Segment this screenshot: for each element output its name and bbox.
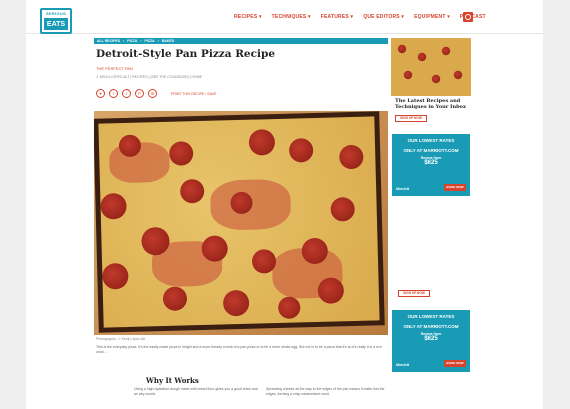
why-it-works-heading: Why It Works [146, 376, 199, 385]
page-title: Detroit-Style Pan Pizza Recipe [96, 48, 276, 60]
nav-features[interactable]: FEATURES ▾ [321, 14, 353, 20]
signup-button[interactable]: SIGN UP NOW [395, 115, 427, 122]
pepperoni [403, 70, 413, 80]
nav-editors[interactable]: QUE EDITORS ▾ [363, 14, 404, 20]
logo-bottom-text: EATS [44, 18, 68, 30]
breadcrumb-pizza-2[interactable]: PIZZA [145, 39, 155, 43]
ad-headline-1: OUR LOWEST RATES [407, 314, 455, 319]
nav-recipes[interactable]: RECIPES ▾ [234, 14, 262, 20]
pizza [94, 111, 385, 333]
pepperoni [431, 74, 441, 84]
breadcrumb-sep: › [157, 39, 159, 43]
ad-headline-2: ONLY AT MARRIOTT.COM [403, 323, 459, 329]
pepperoni [100, 192, 127, 220]
page: SERIOUS EATS RECIPES ▾ TECHNIQUES ▾ FEAT… [26, 0, 543, 409]
breadcrumb: ALL RECIPES › PIZZA › PIZZA › BAKED [94, 38, 388, 44]
signup-button-2[interactable]: SIGN UP NOW [398, 290, 430, 297]
pepperoni [222, 289, 250, 317]
pepperoni [417, 52, 427, 62]
pepperoni [397, 44, 407, 54]
pepperoni [453, 70, 463, 80]
marriott-logo: Marriott [396, 363, 410, 367]
marriott-logo: Marriott [396, 187, 410, 191]
serious-eats-logo[interactable]: SERIOUS EATS [40, 8, 72, 34]
sidebar-pizza-image[interactable] [391, 38, 471, 96]
ad-price: $625 [424, 336, 438, 342]
book-now-button[interactable]: BOOK NOW [444, 184, 466, 191]
pepperoni [102, 262, 129, 290]
marriott-ad[interactable]: OUR LOWEST RATES ONLY AT MARRIOTT.COM Ro… [392, 134, 470, 196]
hero-pizza-image [94, 111, 388, 335]
pepperoni [179, 178, 205, 204]
article-subtitle: THE PERFECT PAN [96, 66, 133, 71]
pepperoni [201, 235, 229, 262]
ad-headline-1: OUR LOWEST RATES [407, 138, 455, 143]
byline: J. KENJI LÓPEZ-ALT | RECIPES | [SEE THE … [96, 75, 203, 79]
newsletter-headline: The Latest Recipes and Techniques in You… [395, 98, 466, 110]
marriott-ad-2[interactable]: OUR LOWEST RATES ONLY AT MARRIOTT.COM Ro… [392, 310, 470, 372]
pepperoni [339, 144, 364, 170]
pepperoni [441, 46, 451, 56]
facebook-icon[interactable]: f [109, 89, 118, 98]
photo-caption: Photographs: J. Kenji López-Alt [96, 337, 146, 341]
breadcrumb-baked[interactable]: BAKED [162, 39, 174, 43]
pepperoni [317, 277, 345, 304]
twitter-icon[interactable]: t [122, 89, 131, 98]
pepperoni [248, 129, 276, 156]
logo-top-text: SERIOUS [45, 11, 67, 16]
why-point-right: Spreading cheese all the way to the edge… [266, 387, 385, 396]
print-recipe-link[interactable]: PRINT THIS RECIPE / SAVE [171, 92, 216, 96]
search-icon[interactable] [463, 12, 473, 22]
pepperoni [288, 138, 314, 163]
pepperoni [168, 141, 194, 166]
article-intro: This is the everyday pizza. It's the eas… [96, 345, 382, 354]
social-share-bar: ♥ f t P ✉ PRINT THIS RECIPE / SAVE [96, 89, 216, 98]
breadcrumb-pizza[interactable]: PIZZA [127, 39, 137, 43]
pepperoni [277, 296, 301, 319]
pinterest-icon[interactable]: P [135, 89, 144, 98]
ad-price: $625 [424, 160, 438, 166]
nav-techniques[interactable]: TECHNIQUES ▾ [272, 14, 311, 20]
why-point-left: Using a high-hydration dough made with b… [134, 387, 258, 396]
breadcrumb-sep: › [123, 39, 125, 43]
pepperoni [330, 196, 356, 222]
main-nav: RECIPES ▾ TECHNIQUES ▾ FEATURES ▾ QUE ED… [234, 14, 486, 20]
breadcrumb-sep: › [140, 39, 142, 43]
nav-equipment[interactable]: EQUIPMENT ▾ [414, 14, 450, 20]
site-header: SERIOUS EATS RECIPES ▾ TECHNIQUES ▾ FEAT… [26, 0, 543, 34]
breadcrumb-all-recipes[interactable]: ALL RECIPES [97, 39, 120, 43]
book-now-button[interactable]: BOOK NOW [444, 360, 466, 367]
pepperoni [162, 286, 188, 312]
email-icon[interactable]: ✉ [148, 89, 157, 98]
heart-icon[interactable]: ♥ [96, 89, 105, 98]
ad-headline-2: ONLY AT MARRIOTT.COM [403, 147, 459, 153]
